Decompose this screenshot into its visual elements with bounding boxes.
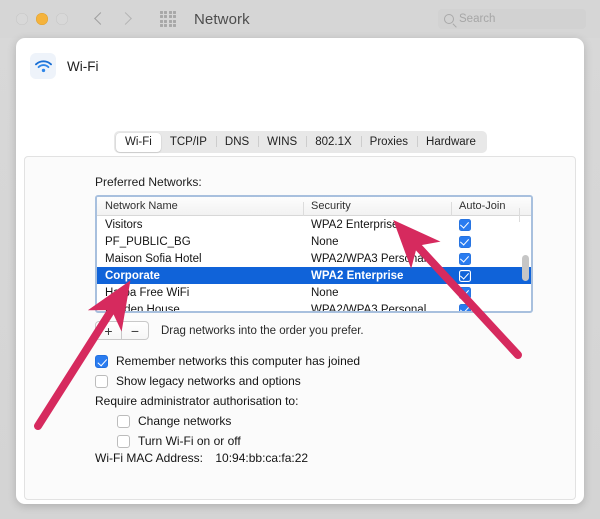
option-change-networks[interactable]: Change networks [95,411,360,431]
cell-security: WPA2/WPA3 Personal [311,303,427,313]
cell-security: WPA2 Enterprise [311,218,399,231]
column-header-security[interactable]: Security [303,200,451,216]
add-remove-group: + − [95,321,149,340]
app-grid-icon[interactable] [160,11,176,27]
cell-security: None [311,235,339,248]
remember-networks-label: Remember networks this computer has join… [116,354,361,368]
auto-join-checkbox[interactable] [459,269,471,282]
table-row-selected[interactable]: Corporate WPA2 Enterprise [97,267,531,284]
screenshot-root: Network Search Wi-Fi Wi-Fi TCP/IP DNS WI… [0,0,600,519]
option-remember-networks[interactable]: Remember networks this computer has join… [95,351,360,371]
mac-address-label: Wi-Fi MAC Address: [95,451,204,465]
table-row[interactable]: Garden House WPA2/WPA3 Personal [97,301,531,313]
auto-join-checkbox[interactable] [459,235,471,248]
search-placeholder: Search [459,13,496,25]
wifi-options: Remember networks this computer has join… [95,351,360,451]
chevron-left-icon[interactable] [94,13,106,25]
turn-wifi-label: Turn Wi-Fi on or off [138,434,241,448]
table-header-row: Network Name Security Auto-Join [97,197,531,222]
search-icon [444,14,454,24]
tab-8021x[interactable]: 802.1X [306,133,360,152]
column-header-auto-join[interactable]: Auto-Join [451,200,519,216]
table-row[interactable]: PF_PUBLIC_BG None [97,233,531,250]
tab-hardware[interactable]: Hardware [417,133,485,152]
cell-security: None [311,286,339,299]
show-legacy-label: Show legacy networks and options [116,374,301,388]
table-vertical-scrollbar[interactable] [522,255,529,281]
cell-auto-join[interactable] [451,286,519,299]
drag-hint-text: Drag networks into the order you prefer. [161,324,364,337]
zoom-window-button[interactable] [56,13,68,25]
cell-security: WPA2 Enterprise [311,269,404,282]
cell-network-name: Harpa Free WiFi [105,286,190,299]
auto-join-checkbox[interactable] [459,303,471,311]
change-networks-checkbox[interactable] [117,414,130,428]
auto-join-checkbox[interactable] [459,286,471,299]
add-network-button[interactable]: + [95,321,122,340]
cell-auto-join[interactable] [451,235,519,248]
show-legacy-checkbox[interactable] [95,374,108,388]
auto-join-checkbox[interactable] [459,218,471,231]
chevron-right-icon[interactable] [120,13,132,25]
table-controls: + − Drag networks into the order you pre… [95,321,364,340]
settings-sheet: Wi-Fi Wi-Fi TCP/IP DNS WINS 802.1X Proxi… [16,38,584,504]
cell-auto-join[interactable] [451,218,519,231]
table-body: Visitors WPA2 Enterprise PF_PUBLIC_BG No… [97,216,531,313]
remember-networks-checkbox[interactable] [95,354,108,368]
preferred-networks-label: Preferred Networks: [95,175,202,189]
option-show-legacy[interactable]: Show legacy networks and options [95,371,360,391]
service-name: Wi-Fi [67,58,99,74]
close-window-button[interactable] [16,13,28,25]
cell-network-name: Garden House [105,303,180,313]
tab-tcpip[interactable]: TCP/IP [161,133,216,152]
remove-network-button[interactable]: − [122,321,149,340]
service-header: Wi-Fi [16,38,584,79]
cell-network-name: Visitors [105,218,143,231]
search-input[interactable]: Search [438,9,586,29]
wifi-settings-panel: Preferred Networks: Network Name Securit… [24,156,576,500]
cell-auto-join[interactable] [451,269,519,282]
cell-network-name: PF_PUBLIC_BG [105,235,191,248]
tab-dns[interactable]: DNS [215,133,258,152]
tab-wifi[interactable]: Wi-Fi [116,132,161,152]
column-header-network-name[interactable]: Network Name [97,200,303,212]
mac-address-value: 10:94:bb:ca:fa:22 [215,451,309,465]
mac-address-row: Wi-Fi MAC Address: 10:94:bb:ca:fa:22 [95,451,308,465]
wifi-icon [30,53,56,79]
table-row[interactable]: Visitors WPA2 Enterprise [97,216,531,233]
window-title-bar: Network Search [0,0,600,38]
cell-network-name: Corporate [105,269,160,282]
require-admin-label: Require administrator authorisation to: [95,394,299,408]
cell-network-name: Maison Sofia Hotel [105,252,202,265]
page-title: Network [194,10,250,28]
cell-auto-join[interactable] [451,303,519,311]
tab-wins[interactable]: WINS [258,133,306,152]
traffic-lights [16,13,68,25]
table-row[interactable]: Harpa Free WiFi None [97,284,531,301]
cell-security: WPA2/WPA3 Personal [311,252,427,265]
table-row[interactable]: Maison Sofia Hotel WPA2/WPA3 Personal [97,250,531,267]
turn-wifi-checkbox[interactable] [117,434,130,448]
tab-proxies[interactable]: Proxies [360,133,417,152]
navigation-buttons [94,13,132,25]
cell-auto-join[interactable] [451,252,519,265]
minimize-window-button[interactable] [36,13,48,25]
change-networks-label: Change networks [138,414,232,428]
tab-bar: Wi-Fi TCP/IP DNS WINS 802.1X Proxies Har… [114,131,487,153]
preferred-networks-table[interactable]: Network Name Security Auto-Join Visitors… [95,195,533,313]
auto-join-checkbox[interactable] [459,252,471,265]
sheet-footer: ? Cancel OK [16,500,584,504]
option-turn-wifi[interactable]: Turn Wi-Fi on or off [95,431,360,451]
